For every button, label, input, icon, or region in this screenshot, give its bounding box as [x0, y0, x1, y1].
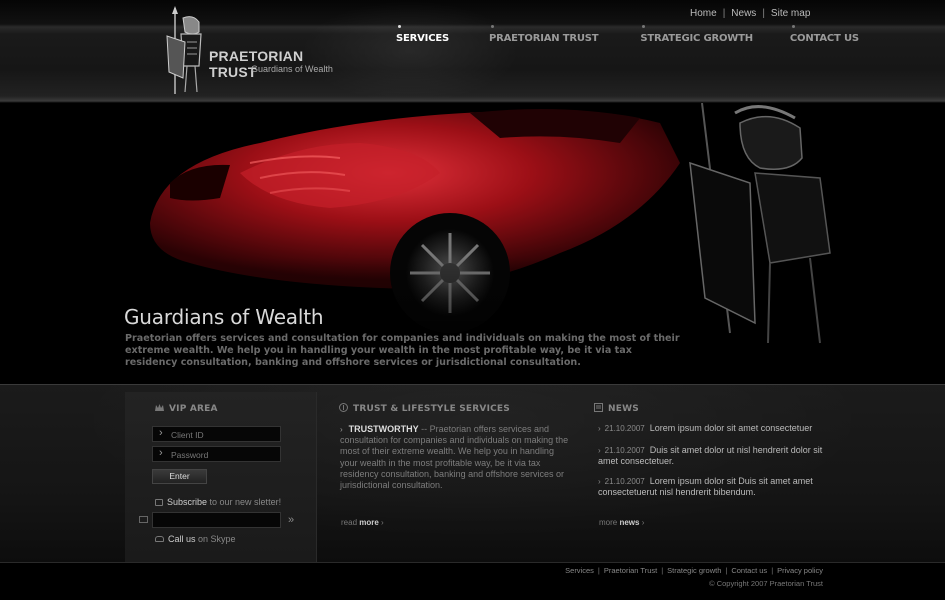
footer-separator: | [771, 566, 774, 575]
praetorian-soldier-logo-icon [166, 6, 202, 94]
footer-links: Services | Praetorian Trust | Strategic … [565, 566, 823, 575]
skype-rest: on Skype [195, 534, 236, 544]
submit-arrow-icon[interactable]: » [288, 514, 294, 526]
trust-description: › TRUSTWORTHY -- Praetorian offers servic… [340, 424, 572, 491]
nav-contact-us[interactable]: CONTACT US [790, 25, 859, 44]
client-id-input[interactable]: Client ID [152, 426, 281, 442]
info-circle-icon [339, 403, 348, 412]
subscribe-strong: Subscribe [167, 497, 208, 507]
nav-praetorian-trust[interactable]: PRAETORIAN TRUST [489, 25, 599, 44]
footer-link-contact-us[interactable]: Contact us [731, 566, 767, 575]
skype-strong: Call us [168, 534, 196, 544]
enter-button[interactable]: Enter [152, 469, 207, 484]
crown-icon [155, 404, 164, 411]
bullet-arrow-icon: › [598, 446, 601, 455]
trust-services-title: TRUST & LIFESTYLE SERVICES [339, 403, 510, 414]
bullet-arrow-icon: › [340, 425, 343, 434]
mail-icon [139, 516, 148, 523]
arrow-right-icon: › [641, 518, 645, 527]
hero-banner: Guardians of Wealth Praetorian offers se… [0, 103, 945, 384]
hero-description: Praetorian offers services and consultat… [125, 333, 680, 368]
trust-lead: TRUSTWORTHY [348, 424, 419, 434]
bullet-arrow-icon: › [598, 424, 601, 433]
footer-link-privacy-policy[interactable]: Privacy policy [777, 566, 823, 575]
footer-separator: | [725, 566, 728, 575]
top-link-separator: | [762, 8, 765, 19]
news-date: 21.10.2007 [604, 424, 645, 433]
news-date: 21.10.2007 [604, 477, 645, 486]
subscribe-label: Subscribe to our new sletter! [155, 497, 281, 507]
news-text: Lorem ipsum dolor sit amet consectetuer [649, 423, 813, 433]
subscribe-rest: to our new sletter! [207, 497, 282, 507]
news-item[interactable]: › 21.10.2007 Duis sit amet dolor ut nisl h… [598, 445, 828, 467]
footer-link-strategic-growth[interactable]: Strategic growth [667, 566, 721, 575]
phone-icon [155, 536, 164, 542]
password-input[interactable]: Password [152, 446, 281, 462]
more-news-strong: news [619, 518, 640, 527]
footer-separator: | [597, 566, 600, 575]
top-link-news[interactable]: News [731, 8, 756, 19]
read-more-pre: read [341, 518, 360, 527]
top-link-sitemap[interactable]: Site map [771, 8, 810, 19]
top-link-home[interactable]: Home [690, 8, 717, 19]
vip-area-title-label: VIP AREA [169, 404, 218, 414]
skype-link[interactable]: Call us on Skype [155, 534, 236, 544]
footer-separator: | [661, 566, 664, 575]
top-links: Home | News | Site map [690, 8, 810, 19]
nav-strategic-growth[interactable]: STRATEGIC GROWTH [640, 25, 753, 44]
news-date: 21.10.2007 [604, 446, 645, 455]
main-nav: SERVICES PRAETORIAN TRUST STRATEGIC GROW… [396, 25, 859, 44]
news-title: NEWS [594, 403, 639, 414]
footer-link-services[interactable]: Services [565, 566, 594, 575]
bullet-arrow-icon: › [598, 477, 601, 486]
nav-services[interactable]: SERVICES [396, 25, 449, 44]
news-item[interactable]: › 21.10.2007 Lorem ipsum dolor sit Duis si… [598, 476, 828, 498]
praetorian-soldier-illustration-icon [689, 103, 831, 344]
read-more-link[interactable]: read more › [341, 518, 384, 527]
read-more-strong: more [359, 518, 379, 527]
hero-title: Guardians of Wealth [124, 305, 324, 329]
news-icon [594, 403, 603, 412]
copyright-text: © Copyright 2007 Praetorian Trust [709, 579, 823, 588]
site-logo[interactable]: PRAETORIAN TRUST Guardians of Wealth [163, 6, 333, 96]
more-news-pre: more [599, 518, 620, 527]
top-link-separator: | [722, 8, 726, 19]
newsletter-icon [155, 499, 163, 506]
arrow-right-icon: › [381, 518, 384, 527]
vip-area-title: VIP AREA [155, 403, 218, 414]
news-item[interactable]: › 21.10.2007 Lorem ipsum dolor sit amet co… [598, 423, 828, 434]
newsletter-email-input[interactable] [152, 512, 281, 528]
more-news-link[interactable]: more news › [599, 518, 644, 527]
news-title-label: NEWS [608, 404, 639, 414]
logo-tagline: Guardians of Wealth [251, 64, 333, 74]
trust-services-title-label: TRUST & LIFESTYLE SERVICES [353, 404, 510, 414]
footer-link-praetorian-trust[interactable]: Praetorian Trust [604, 566, 657, 575]
